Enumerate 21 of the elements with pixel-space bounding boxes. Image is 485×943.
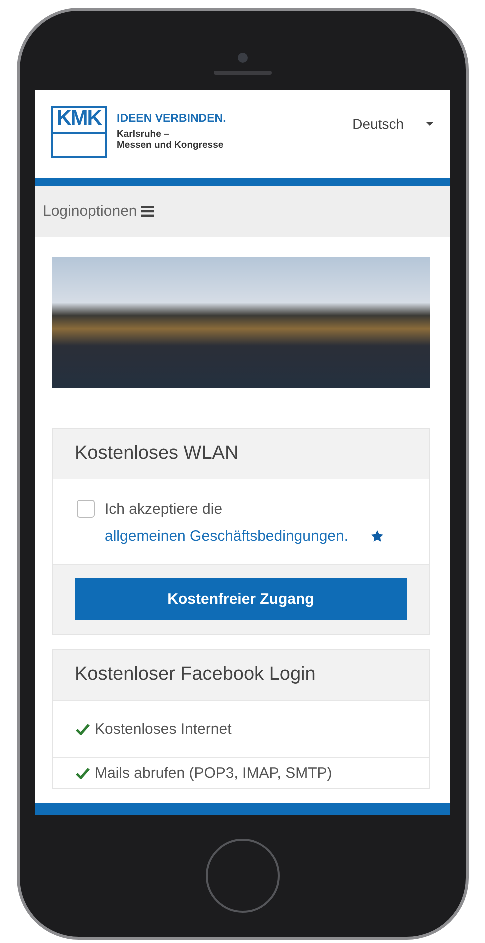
feature-text: Mails abrufen (POP3, IMAP, SMTP) — [95, 764, 332, 782]
card-title: Kostenloses WLAN — [74, 442, 240, 466]
card-title: Kostenloser Facebook Login — [74, 663, 317, 687]
feature-text: Kostenloses Internet — [95, 720, 232, 738]
star-icon — [371, 530, 384, 543]
checkmark-icon — [76, 724, 90, 734]
caret-icon — [426, 122, 434, 126]
camera-icon — [238, 53, 248, 63]
terms-text: Ich akzeptiere die allgemeinen Geschäftsbedingungen. — [105, 500, 350, 547]
terms-checkbox[interactable] — [77, 500, 95, 518]
checkmark-icon — [76, 768, 90, 778]
logo-mark: KMK — [51, 106, 107, 158]
menu-icon — [141, 206, 154, 217]
free-access-button[interactable]: Kostenfreier Zugang — [75, 578, 407, 620]
language-dropdown[interactable]: Deutsch — [352, 106, 434, 132]
speaker-grille — [214, 71, 272, 75]
terms-link[interactable]: allgemeinen Geschäftsbedingungen. — [105, 528, 349, 545]
logo-tagline: IDEEN VERBINDEN. — [117, 113, 226, 125]
logo-subtitle: Messen und Kongresse — [117, 140, 225, 151]
logo-subtitle: Karlsruhe – — [117, 129, 170, 140]
login-options-button[interactable]: Loginoptionen — [37, 202, 160, 221]
